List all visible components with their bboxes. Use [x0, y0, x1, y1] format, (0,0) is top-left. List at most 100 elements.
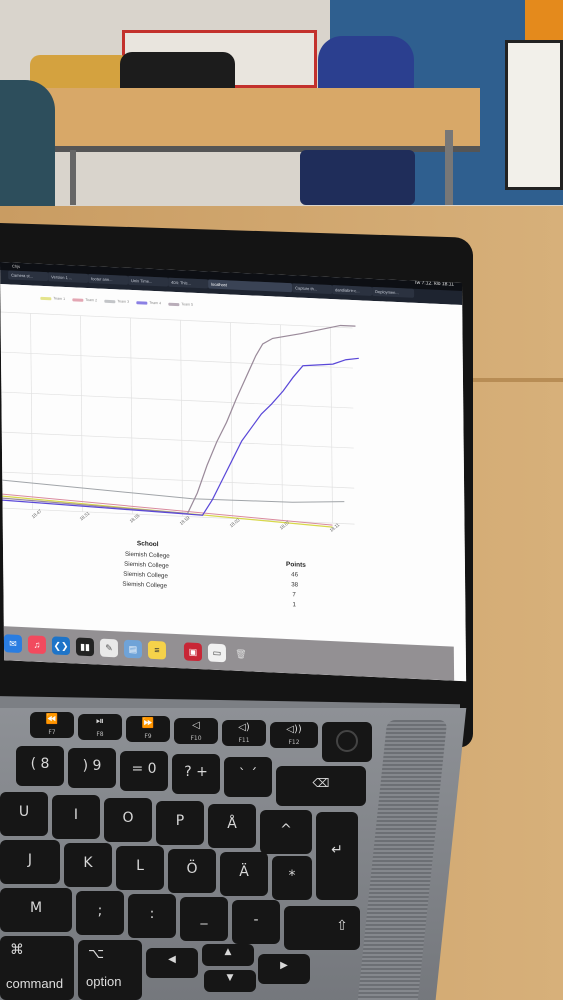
delete-icon: ⌫	[312, 776, 330, 790]
table-leg	[445, 130, 453, 205]
key-glyph: ;	[97, 903, 103, 919]
key-a-ring[interactable]: Å	[208, 804, 256, 848]
browser-tab[interactable]: Deploymen...	[372, 286, 415, 298]
key-o[interactable]: O	[104, 798, 152, 842]
key-acute[interactable]: ` ´	[224, 757, 272, 797]
points-cell: 46	[291, 571, 299, 579]
key-glyph: K	[83, 855, 93, 871]
key-underscore[interactable]: _	[180, 897, 228, 941]
document-icon[interactable]: ▭	[207, 643, 227, 663]
column-header-school: School	[136, 540, 159, 549]
browser-tab[interactable]: Unix Time...	[128, 275, 169, 287]
key-sub-label: F11	[238, 737, 250, 744]
return-icon: ↵	[331, 842, 343, 858]
trash-icon[interactable]: 🗑	[232, 645, 250, 664]
vscode-icon[interactable]: ❮❯	[51, 636, 71, 656]
whiteboard	[505, 40, 563, 190]
grid-line	[180, 320, 183, 517]
tab-label: Version 1 ...	[51, 274, 73, 281]
key-apostrophe[interactable]: *	[272, 856, 312, 900]
touch-id-icon	[336, 730, 358, 752]
browser-tab[interactable]: Version 1 ...	[48, 272, 89, 284]
key-f12[interactable]: ◁)) F12	[270, 722, 318, 748]
key-period[interactable]: :	[128, 894, 176, 938]
key-0[interactable]: = 0	[120, 751, 168, 791]
notes-icon[interactable]: ≡	[147, 640, 167, 660]
key-9[interactable]: ) 9	[68, 748, 116, 788]
key-comma[interactable]: ;	[76, 891, 124, 935]
arrow-left-key[interactable]: ◀	[146, 948, 198, 978]
delete-key[interactable]: ⌫	[276, 766, 366, 806]
key-f10[interactable]: ◁ F10	[174, 718, 218, 744]
key-glyph: ◁)	[238, 722, 250, 733]
browser-tab[interactable]: Camera st...	[8, 270, 49, 282]
tab-label: 404: This...	[171, 279, 191, 286]
key-j[interactable]: J	[0, 840, 60, 884]
browser-tab[interactable]: Capture th...	[292, 283, 333, 295]
key-glyph: -	[253, 912, 259, 928]
arrow-down-key[interactable]: ▼	[204, 970, 256, 992]
key-glyph: ⏩	[141, 718, 155, 729]
browser-tab[interactable]: dandiabre-c...	[332, 285, 373, 296]
freeform-icon[interactable]: ✎	[99, 638, 119, 658]
piano-icon[interactable]: ▮▮	[75, 637, 95, 657]
key-k[interactable]: K	[64, 843, 112, 887]
photo-thumbnail-icon[interactable]: ▣	[183, 642, 203, 662]
key-glyph: Ö	[186, 861, 198, 877]
key-minus[interactable]: -	[232, 900, 280, 944]
series-line-team-2	[2, 493, 333, 526]
grid-line	[330, 327, 333, 524]
key-glyph: ? +	[184, 764, 208, 780]
browser-tab[interactable]: 404: This...	[168, 277, 209, 289]
return-key[interactable]: ↵	[316, 812, 358, 900]
key-m[interactable]: M	[0, 888, 72, 932]
key-label: option	[86, 974, 122, 989]
arrow-up-key[interactable]: ▲	[202, 944, 254, 966]
tab-label: Capture th...	[295, 285, 318, 292]
key-l[interactable]: L	[116, 846, 164, 890]
key-a-umlaut[interactable]: Ä	[220, 852, 268, 896]
preview-icon[interactable]: ▤	[123, 639, 143, 659]
key-sub-label: F7	[48, 729, 56, 736]
mail-icon[interactable]: ✉	[3, 634, 23, 654]
key-8[interactable]: ( 8	[16, 746, 64, 786]
key-sub-label: F12	[288, 739, 300, 746]
key-glyph: ( 8	[30, 756, 50, 772]
key-sub-label: F8	[96, 731, 104, 738]
laptop-screen: Chjs Iw 7.12. klo 18.11 Camera st... Ver…	[0, 262, 467, 682]
key-glyph: _	[200, 909, 208, 925]
option-key[interactable]: ⌥ option	[78, 940, 142, 1000]
tab-label: Unix Time...	[131, 277, 153, 284]
grid-line	[30, 313, 33, 510]
series-line-team-5	[2, 324, 356, 515]
key-p[interactable]: P	[156, 801, 204, 845]
photo-scene: Chjs Iw 7.12. klo 18.11 Camera st... Ver…	[0, 0, 563, 1000]
key-glyph: L	[136, 858, 144, 874]
key-glyph: ◁	[192, 720, 200, 731]
key-glyph: ⏯	[96, 716, 104, 727]
touch-id-key[interactable]	[322, 722, 372, 762]
key-o-umlaut[interactable]: Ö	[168, 849, 216, 893]
right-shift-key[interactable]: ⇧	[284, 906, 360, 950]
browser-tab[interactable]: footer ann...	[88, 274, 129, 285]
key-f9[interactable]: ⏩ F9	[126, 716, 170, 742]
key-plus[interactable]: ? +	[172, 754, 220, 794]
tab-label: footer ann...	[91, 276, 113, 283]
key-diaeresis[interactable]: ^	[260, 810, 312, 854]
grid-line	[280, 324, 283, 521]
key-f11[interactable]: ◁) F11	[222, 720, 266, 746]
key-i[interactable]: I	[52, 795, 100, 839]
command-key[interactable]: ⌘ command	[0, 936, 74, 1000]
teal-chair	[0, 80, 55, 210]
key-u[interactable]: U	[0, 792, 48, 836]
key-f7[interactable]: ⏪ F7	[30, 712, 74, 738]
menu-item[interactable]: Chjs	[12, 264, 20, 269]
arrow-down-icon: ▼	[226, 973, 234, 983]
music-icon[interactable]: ♫	[27, 635, 47, 655]
key-f8[interactable]: ⏯ F8	[78, 714, 122, 740]
school-cell: Siemish College	[123, 570, 168, 580]
school-cell: Siemish College	[122, 580, 168, 590]
points-cell: 38	[291, 581, 299, 589]
key-glyph: Å	[227, 816, 237, 832]
arrow-right-key[interactable]: ▶	[258, 954, 310, 984]
